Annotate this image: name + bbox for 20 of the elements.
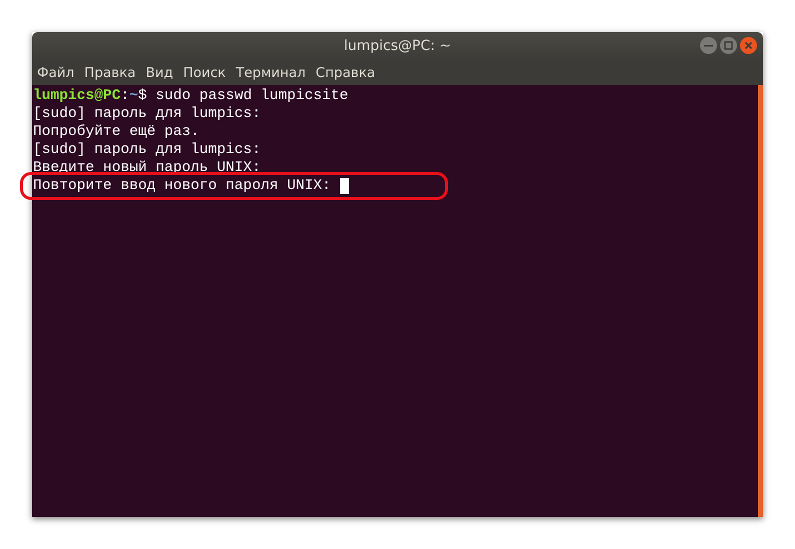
- maximize-button[interactable]: [720, 37, 737, 54]
- terminal-text: ~: [129, 87, 138, 105]
- menu-item[interactable]: Терминал: [230, 64, 311, 80]
- scrollbar[interactable]: [758, 85, 763, 517]
- terminal-text: Введите новый пароль UNIX:: [33, 159, 261, 177]
- menu-item[interactable]: Файл: [32, 64, 80, 80]
- terminal-text: :: [120, 87, 130, 105]
- terminal-text: $ sudo passwd lumpicsite: [138, 87, 348, 105]
- terminal-text: [sudo] пароль для lumpics:: [33, 105, 261, 123]
- terminal-text: Повторите ввод нового пароля UNIX:: [33, 177, 332, 195]
- menu-item[interactable]: Поиск: [178, 64, 231, 80]
- minimize-button[interactable]: [700, 37, 717, 54]
- menu-item[interactable]: Справка: [310, 64, 380, 80]
- menu-item[interactable]: Вид: [140, 64, 178, 80]
- terminal-text: lumpics@PC: [33, 87, 121, 105]
- terminal-text: [sudo] пароль для lumpics:: [33, 141, 261, 159]
- menu-item[interactable]: Правка: [79, 64, 141, 80]
- close-button[interactable]: [740, 37, 757, 54]
- window-title: lumpics@PC: ~: [344, 38, 452, 54]
- terminal-text: Попробуйте ещё раз.: [33, 123, 200, 141]
